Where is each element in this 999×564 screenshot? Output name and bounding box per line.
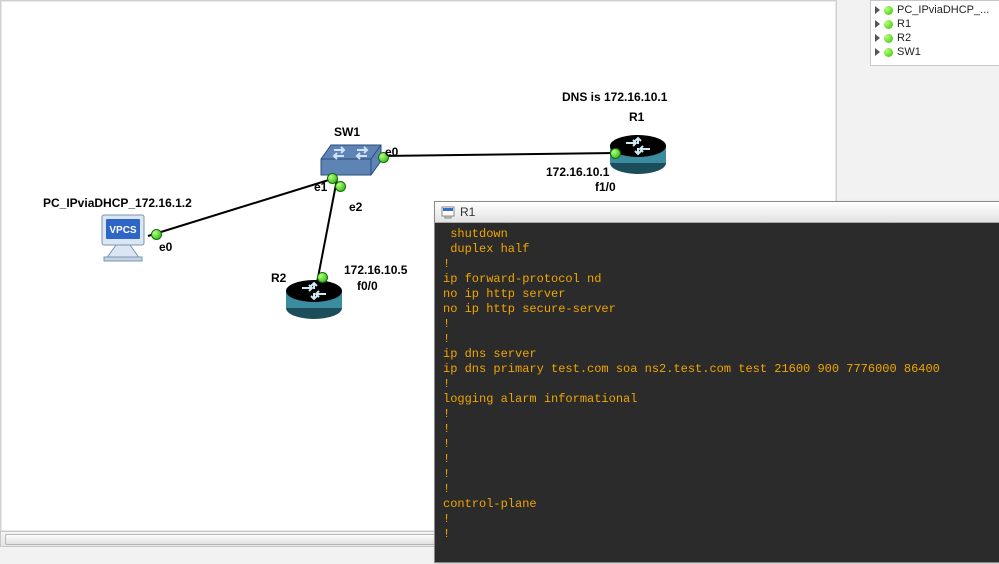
port-dot-pc-e0 bbox=[151, 229, 162, 240]
tree-item-r1[interactable]: R1 bbox=[871, 17, 999, 31]
device-pc[interactable]: VPCS bbox=[102, 215, 144, 261]
device-sw1[interactable] bbox=[321, 145, 381, 175]
r1-ip-label: 172.16.10.1 bbox=[546, 165, 609, 179]
tree-item-r2[interactable]: R2 bbox=[871, 31, 999, 45]
sw1-e2-label: e2 bbox=[349, 200, 362, 214]
sw1-e0-label: e0 bbox=[385, 145, 398, 159]
status-dot-icon bbox=[884, 48, 893, 57]
tree-item-pc[interactable]: PC_IPviaDHCP_... bbox=[871, 3, 999, 17]
tree-item-label: R2 bbox=[897, 32, 911, 44]
terminal-output[interactable]: shutdown duplex half ! ip forward-protoc… bbox=[435, 223, 999, 562]
r1-port-label: f1/0 bbox=[595, 180, 616, 194]
pc-e0-label: e0 bbox=[159, 240, 172, 254]
pc-badge-text: VPCS bbox=[109, 225, 137, 236]
terminal-window[interactable]: R1 shutdown duplex half ! ip forward-pro… bbox=[434, 201, 999, 563]
r2-ip-label: 172.16.10.5 bbox=[344, 263, 407, 277]
tree-item-sw1[interactable]: SW1 bbox=[871, 45, 999, 59]
port-dot-r2-f00 bbox=[317, 272, 328, 283]
port-dot-sw1-e2 bbox=[335, 181, 346, 192]
device-tree-panel[interactable]: PC_IPviaDHCP_... R1 R2 SW1 bbox=[870, 0, 999, 66]
dns-label: DNS is 172.16.10.1 bbox=[562, 90, 667, 104]
r2-name: R2 bbox=[271, 271, 286, 285]
status-dot-icon bbox=[884, 20, 893, 29]
pc-name: PC_IPviaDHCP_172.16.1.2 bbox=[43, 196, 192, 210]
tree-item-label: R1 bbox=[897, 18, 911, 30]
chevron-right-icon bbox=[875, 34, 880, 42]
device-r2[interactable] bbox=[286, 280, 342, 319]
sw1-name: SW1 bbox=[334, 125, 360, 139]
chevron-right-icon bbox=[875, 48, 880, 56]
status-dot-icon bbox=[884, 6, 893, 15]
chevron-right-icon bbox=[875, 20, 880, 28]
terminal-title-text: R1 bbox=[460, 205, 475, 219]
port-dot-r1-f10 bbox=[610, 148, 621, 159]
tree-item-label: PC_IPviaDHCP_... bbox=[897, 4, 989, 16]
r2-port-label: f0/0 bbox=[357, 279, 378, 293]
putty-icon bbox=[441, 205, 455, 219]
status-dot-icon bbox=[884, 34, 893, 43]
sw1-e1-label: e1 bbox=[314, 180, 327, 194]
chevron-right-icon bbox=[875, 6, 880, 14]
link-sw1-r1 bbox=[377, 153, 615, 156]
terminal-titlebar[interactable]: R1 bbox=[435, 202, 999, 223]
r1-name: R1 bbox=[629, 110, 644, 124]
tree-item-label: SW1 bbox=[897, 46, 921, 58]
